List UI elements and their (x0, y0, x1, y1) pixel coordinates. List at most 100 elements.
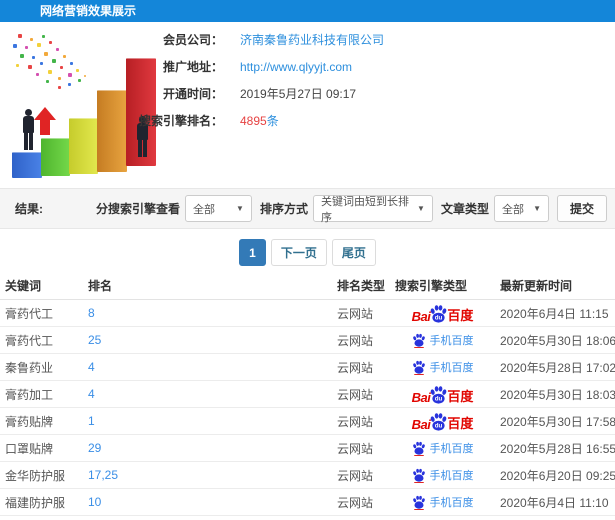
article-type-select[interactable]: 全部 ▼ (493, 195, 549, 222)
mobile-baidu-icon: 手机百度 (412, 467, 474, 483)
open-time-label: 开通时间： (162, 87, 223, 101)
svg-text:du: du (435, 396, 443, 403)
rank-link[interactable]: 8 (88, 306, 95, 320)
info-row-open-time: 开通时间： 2019年5月27日 09:17 (128, 80, 528, 107)
header-engine-type: 搜索引擎类型 (395, 279, 468, 293)
chart-bar-orange (97, 90, 127, 172)
page-title: 网络营销效果展示 (0, 0, 615, 22)
promo-url-link[interactable]: http://www.qlyyjt.com (240, 60, 352, 74)
company-link[interactable]: 济南秦鲁药业科技有限公司 (240, 31, 384, 48)
last-page-button[interactable]: 尾页 (331, 239, 376, 266)
table-row: 福建防护服 10 云网站 手机百度 2020年6月4日 11:10 (0, 489, 615, 516)
rank-link[interactable]: 4 (88, 360, 95, 374)
rank-link[interactable]: 29 (88, 441, 101, 455)
engine-rank-value: 4895条 (240, 112, 279, 129)
engine-type-cell: Bai du 百度 (390, 302, 495, 324)
updated-time-cell: 2020年6月20日 09:25 (500, 468, 615, 483)
engine-type-cell: 手机百度 (390, 494, 495, 510)
table-row: 膏药贴牌 1 云网站 Bai du 百度 2020年5月30日 17:58 (0, 408, 615, 435)
baidu-paw-icon (412, 360, 425, 374)
rank-cell: 4 (83, 387, 332, 401)
next-page-button[interactable]: 下一页 (270, 239, 327, 266)
article-type-label: 文章类型 (440, 202, 489, 216)
table-row: 手机百度 (0, 516, 615, 520)
table-header-row: 关键词 排名 排名类型 搜索引擎类型 最新更新时间 (0, 272, 615, 300)
baidu-paw-icon: du (431, 386, 447, 404)
mobile-baidu-label: 手机百度 (429, 497, 474, 509)
baidu-logo-icon: Bai du 百度 (411, 302, 474, 324)
engine-filter-select[interactable]: 全部 ▼ (184, 195, 252, 222)
info-row-company: 会员公司： 济南秦鲁药业科技有限公司 (128, 26, 528, 53)
article-type-value: 全部 (501, 203, 524, 216)
rank-cell: 8 (83, 306, 332, 320)
baidu-paw-icon (412, 468, 425, 482)
result-label: 结果: (15, 202, 43, 216)
table-row: 膏药代工 25 云网站 手机百度 2020年5月30日 18:06 (0, 327, 615, 354)
keyword-cell: 膏药贴牌 (5, 414, 54, 429)
growth-arrow-icon (34, 107, 56, 137)
sort-filter-select[interactable]: 关键词由短到长排序 ▼ (312, 195, 433, 224)
rank-count: 4895 (240, 114, 267, 128)
engine-type-cell: Bai du 百度 (390, 410, 495, 432)
table-row: 口罩贴牌 29 云网站 手机百度 2020年5月28日 16:55 (0, 435, 615, 462)
company-label: 会员公司： (162, 33, 223, 47)
rank-cell: 1 (83, 414, 332, 428)
promo-url-label: 推广地址： (162, 60, 223, 74)
engine-type-cell: 手机百度 (390, 359, 495, 375)
info-row-engine-rank: 搜索引擎排名： 4895条 (128, 107, 528, 134)
baidu-paw-icon: du (431, 305, 447, 323)
baidu-paw-icon (412, 441, 425, 455)
open-time-value: 2019年5月27日 09:17 (240, 87, 357, 101)
submit-button[interactable]: 提交 (556, 195, 607, 222)
svg-text:du: du (435, 423, 443, 430)
rank-type-cell: 云网站 (337, 306, 374, 321)
rank-link[interactable]: 25 (88, 333, 101, 347)
rank-type-cell: 云网站 (337, 360, 374, 375)
info-row-url: 推广地址： http://www.qlyyjt.com (128, 53, 528, 80)
rank-type-cell: 云网站 (337, 387, 374, 402)
baidu-logo-text-bai: Bai (411, 309, 431, 324)
rank-type-cell: 云网站 (337, 414, 374, 429)
table-row: 秦鲁药业 4 云网站 手机百度 2020年5月28日 17:02 (0, 354, 615, 381)
chart-bar-blue (12, 152, 42, 178)
rank-link[interactable]: 4 (88, 387, 95, 401)
rank-link[interactable]: 10 (88, 495, 101, 509)
mobile-baidu-icon: 手机百度 (412, 359, 474, 375)
rank-cell: 29 (83, 441, 332, 455)
mobile-baidu-label: 手机百度 (429, 335, 474, 347)
engine-type-cell: 手机百度 (390, 332, 495, 348)
rank-cell: 4 (83, 360, 332, 374)
rank-type-cell: 云网站 (337, 441, 374, 456)
rank-unit: 条 (266, 114, 279, 128)
baidu-logo-text-bai: Bai (411, 417, 431, 432)
table-row: 膏药加工 4 云网站 Bai du 百度 2020年5月30日 18:03 (0, 381, 615, 408)
rank-cell: 10 (83, 495, 332, 509)
table-row: 膏药代工 8 云网站 Bai du 百度 2020年6月4日 11:15 (0, 300, 615, 327)
baidu-logo-icon: Bai du 百度 (412, 383, 473, 405)
updated-time-cell: 2020年5月30日 18:06 (500, 333, 615, 348)
baidu-paw-icon (412, 333, 425, 347)
baidu-logo-icon: Bai du 百度 (411, 410, 473, 432)
updated-time-cell: 2020年5月30日 18:03 (500, 387, 615, 402)
engine-type-cell: 手机百度 (390, 467, 495, 483)
updated-time-cell: 2020年6月4日 11:15 (500, 306, 609, 321)
rank-cell: 17,25 (83, 468, 332, 482)
rank-link[interactable]: 17,25 (88, 468, 118, 482)
page-button-1[interactable]: 1 (239, 239, 266, 266)
keyword-cell: 金华防护服 (5, 468, 66, 483)
rank-link[interactable]: 1 (88, 414, 95, 428)
businessman-figure-left (22, 109, 36, 151)
baidu-logo-text-cn: 百度 (447, 308, 474, 323)
mobile-baidu-label: 手机百度 (429, 443, 474, 455)
updated-time-cell: 2020年5月28日 17:02 (500, 360, 615, 375)
rank-type-cell: 云网站 (337, 333, 374, 348)
engine-rank-label: 搜索引擎排名： (138, 114, 223, 128)
updated-time-cell: 2020年5月30日 17:58 (500, 414, 615, 429)
rank-type-cell: 云网站 (337, 495, 374, 510)
svg-text:du: du (435, 315, 443, 322)
engine-type-cell: Bai du 百度 (390, 383, 495, 405)
keyword-cell: 膏药代工 (5, 333, 54, 348)
header-rank: 排名 (88, 279, 113, 293)
baidu-paw-icon: du (431, 413, 447, 431)
keyword-cell: 秦鲁药业 (5, 360, 54, 375)
